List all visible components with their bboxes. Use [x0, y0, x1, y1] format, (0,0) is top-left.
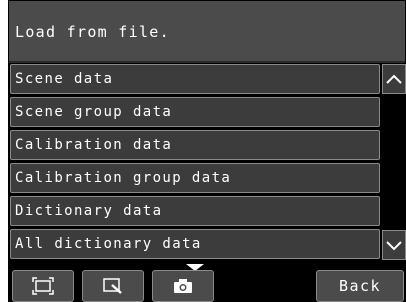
page-title: Load from file. [15, 23, 170, 41]
title-bar: Load from file. [9, 1, 405, 63]
fit-screen-icon [32, 277, 54, 295]
fit-screen-button[interactable] [12, 270, 74, 302]
list-item-label: Dictionary data [15, 203, 163, 219]
list-item-label: Calibration group data [15, 170, 232, 186]
list-item-calibration-group-data[interactable]: Calibration group data [10, 163, 380, 193]
screen: Load from file. Scene data Scene group d… [8, 0, 406, 302]
scroll-track[interactable] [386, 96, 402, 228]
list-item-label: Scene group data [15, 104, 173, 120]
list-item-label: Scene data [15, 71, 114, 87]
list-item-label: Calibration data [15, 137, 173, 153]
list-item-scene-group-data[interactable]: Scene group data [10, 97, 380, 127]
back-button[interactable]: Back [316, 270, 404, 302]
file-type-list: Scene data Scene group data Calibration … [10, 64, 380, 262]
zoom-select-icon [103, 278, 122, 294]
list-item-calibration-data[interactable]: Calibration data [10, 130, 380, 160]
camera-button[interactable] [152, 270, 214, 302]
scroll-down-button[interactable] [382, 230, 406, 260]
camera-icon [174, 279, 192, 293]
list-item-all-dictionary-data[interactable]: All dictionary data [10, 229, 380, 259]
bottom-toolbar: Back [8, 264, 406, 302]
back-button-label: Back [338, 277, 382, 295]
zoom-select-button[interactable] [82, 270, 144, 302]
scrollbar[interactable] [382, 64, 406, 262]
chevron-down-icon [386, 241, 402, 251]
chevron-up-icon [386, 74, 402, 84]
list-item-dictionary-data[interactable]: Dictionary data [10, 196, 380, 226]
list-item-scene-data[interactable]: Scene data [10, 64, 380, 94]
scroll-up-button[interactable] [382, 64, 406, 94]
list-item-label: All dictionary data [15, 236, 202, 252]
